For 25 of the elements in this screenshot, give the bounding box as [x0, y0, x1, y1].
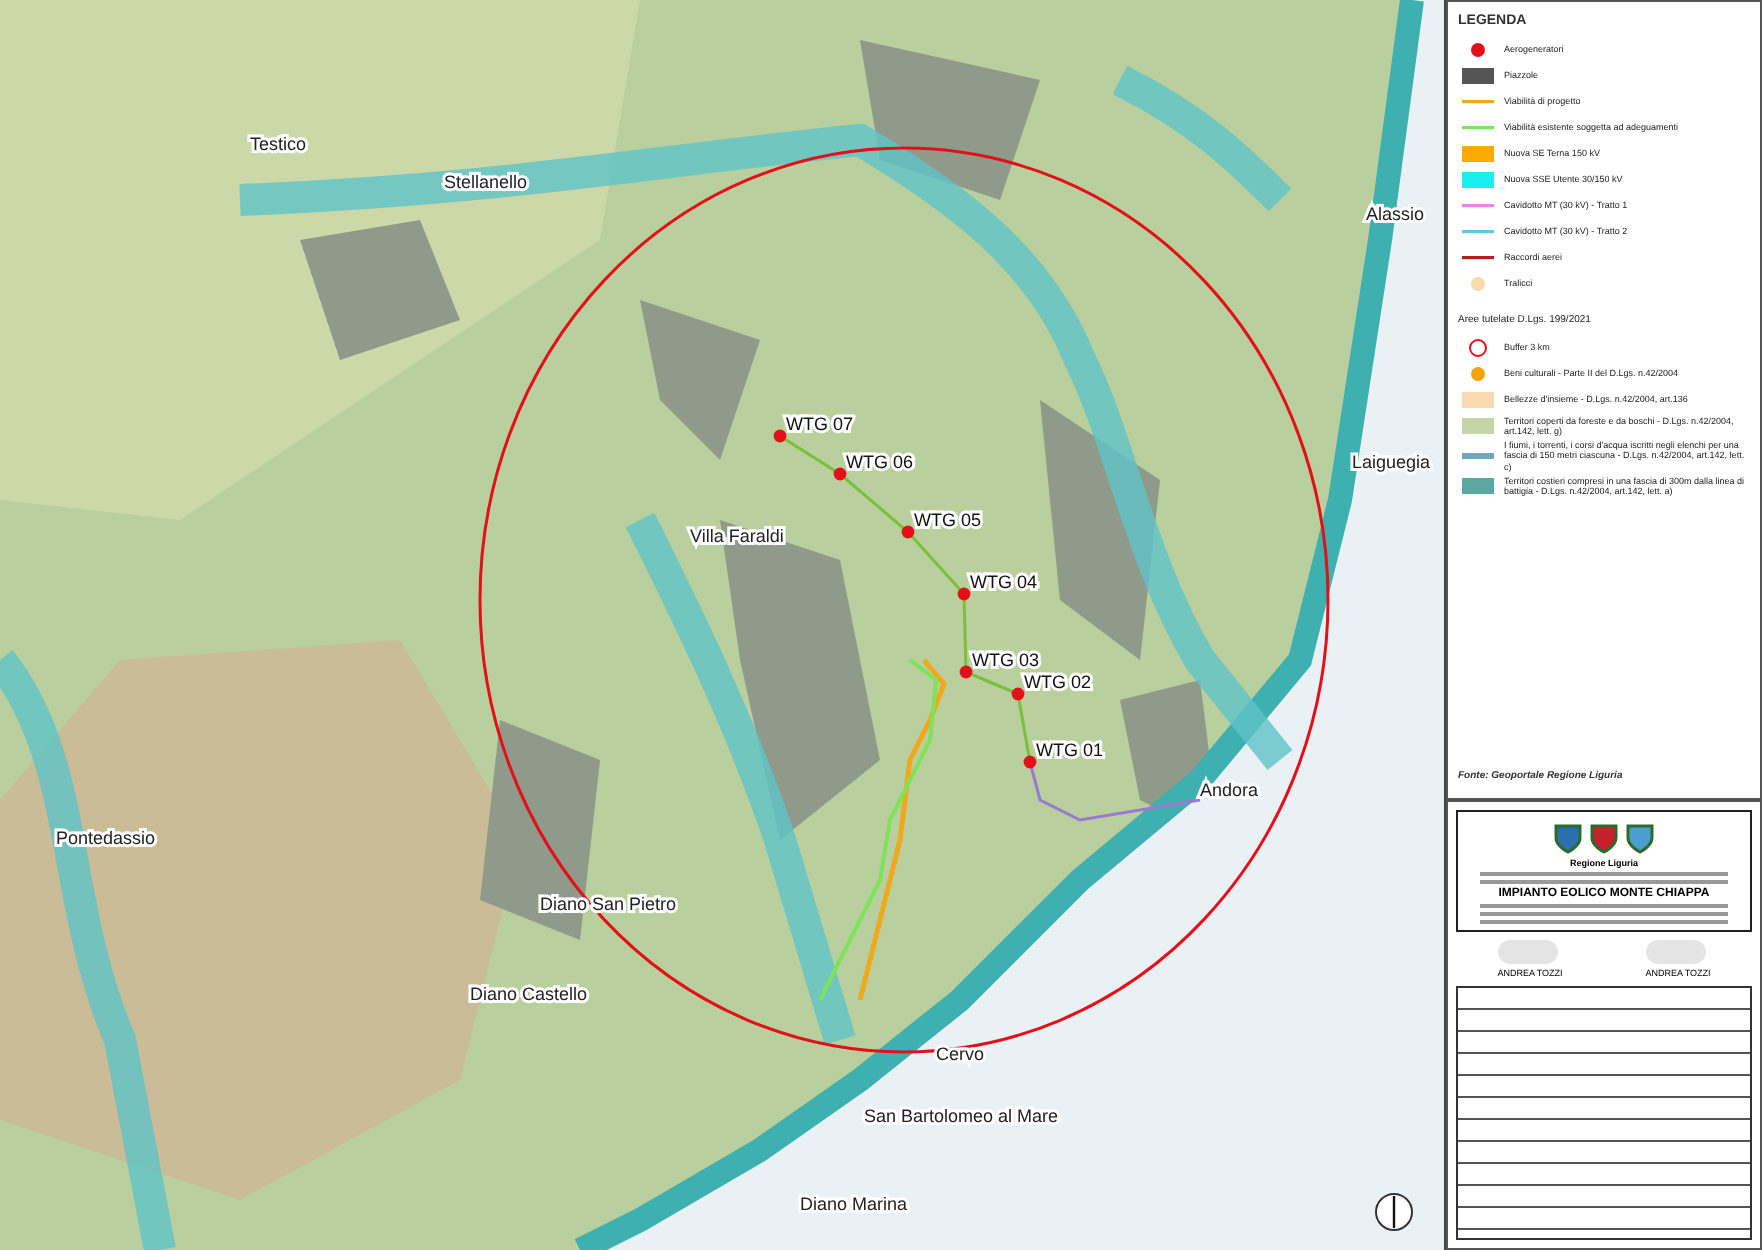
place-label: Stellanello [444, 172, 528, 192]
place-label: Villa Faraldi [690, 526, 784, 546]
place-label: Testico [250, 134, 307, 154]
turbine-label: WTG 02 [1024, 672, 1092, 692]
turbine-marker [1011, 687, 1025, 701]
turbine-marker [1023, 755, 1037, 769]
stamp-drawing [1497, 940, 1558, 964]
place-label: Pontedassio [56, 828, 156, 848]
turbine-marker [959, 665, 973, 679]
place-label: Diano Marina [800, 1194, 908, 1214]
place-label: Diano Castello [470, 984, 588, 1004]
turbine-marker [773, 429, 787, 443]
place-label: Diano San Pietro [540, 894, 677, 914]
turbine-label: WTG 07 [786, 414, 854, 434]
turbine-label: WTG 06 [846, 452, 914, 472]
turbine-label: WTG 01 [1036, 740, 1104, 760]
place-label: Cervo [936, 1044, 985, 1064]
stamp-drawing [1645, 940, 1706, 964]
turbine-label: WTG 05 [914, 510, 982, 530]
turbine-marker [957, 587, 971, 601]
turbine-label: WTG 03 [972, 650, 1040, 670]
place-label: San Bartolomeo al Mare [864, 1106, 1059, 1126]
turbine-label: WTG 04 [970, 572, 1038, 592]
turbine-marker [901, 525, 915, 539]
turbine-marker [833, 467, 847, 481]
